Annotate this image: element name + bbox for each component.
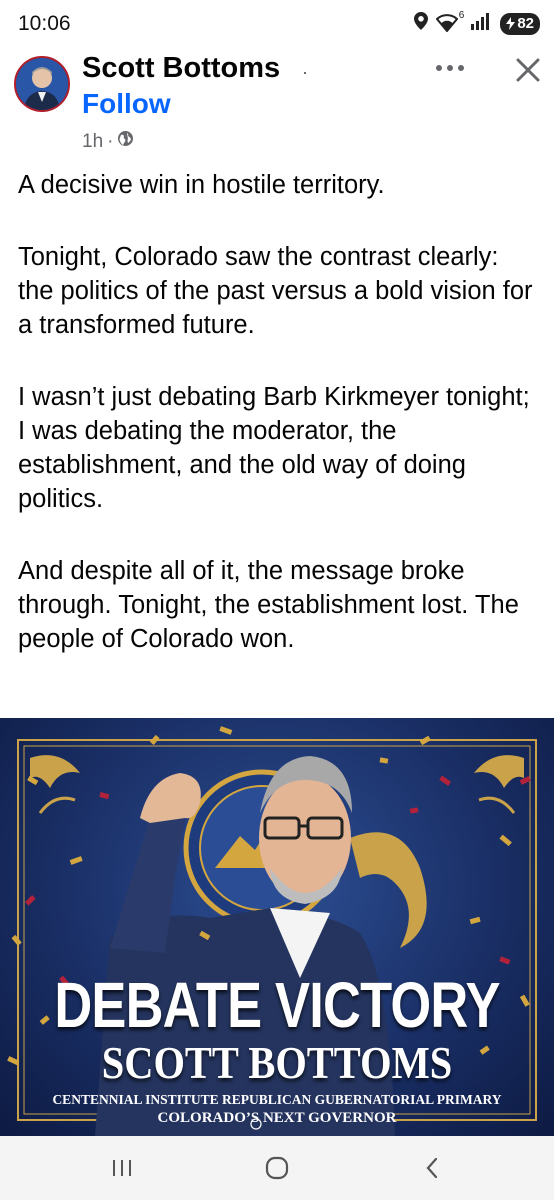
home-icon — [265, 1156, 289, 1180]
recents-button[interactable] — [102, 1154, 142, 1182]
post-paragraph: A decisive win in hostile territory. — [18, 171, 385, 199]
more-button[interactable] — [430, 48, 470, 88]
status-bar: 10:06 6 82 — [0, 0, 554, 48]
back-icon — [426, 1157, 438, 1179]
avatar[interactable] — [14, 56, 70, 112]
close-icon — [516, 58, 540, 82]
post-time[interactable]: 1h — [82, 131, 103, 153]
close-button[interactable] — [508, 50, 548, 90]
image-tagline: COLORADO’S NEXT GOVERNOR — [157, 1110, 397, 1126]
signal-icon — [470, 12, 492, 35]
location-icon — [414, 12, 429, 35]
battery-level: 82 — [517, 15, 534, 32]
author-name[interactable]: Scott Bottoms — [82, 52, 280, 85]
name-separator: · — [302, 62, 308, 82]
more-icon — [436, 65, 464, 71]
network-label: 6 — [458, 9, 465, 21]
globe-icon — [117, 130, 134, 153]
image-subtitle: CENTENNIAL INSTITUTE REPUBLICAN GUBERNAT… — [52, 1092, 502, 1107]
image-name: SCOTT BOTTOMS — [101, 1037, 453, 1088]
post-image[interactable]: DEBATE VICTORY SCOTT BOTTOMS CENTENNIAL … — [0, 718, 554, 1136]
wifi-icon: 6 — [435, 10, 464, 34]
status-icons: 6 82 — [414, 10, 540, 35]
post-body: A decisive win in hostile territory. Ton… — [18, 168, 538, 694]
post-paragraph: I wasn’t just debating Barb Kirkmeyer to… — [18, 383, 530, 513]
post-paragraph: Tonight, Colorado saw the contrast clear… — [18, 243, 533, 339]
home-button[interactable] — [257, 1154, 297, 1182]
battery-icon: 82 — [500, 12, 540, 35]
image-headline: DEBATE VICTORY — [54, 969, 500, 1041]
post-header: Scott Bottoms · Follow 1h · — [0, 48, 554, 158]
post-paragraph: And despite all of it, the message broke… — [18, 557, 519, 653]
meta-separator: · — [107, 130, 114, 152]
recents-icon — [113, 1160, 131, 1176]
follow-button[interactable]: Follow — [82, 88, 171, 120]
system-nav-bar — [0, 1136, 554, 1200]
back-button[interactable] — [412, 1154, 452, 1182]
post-meta: 1h · — [82, 130, 134, 153]
status-time: 10:06 — [18, 12, 71, 35]
